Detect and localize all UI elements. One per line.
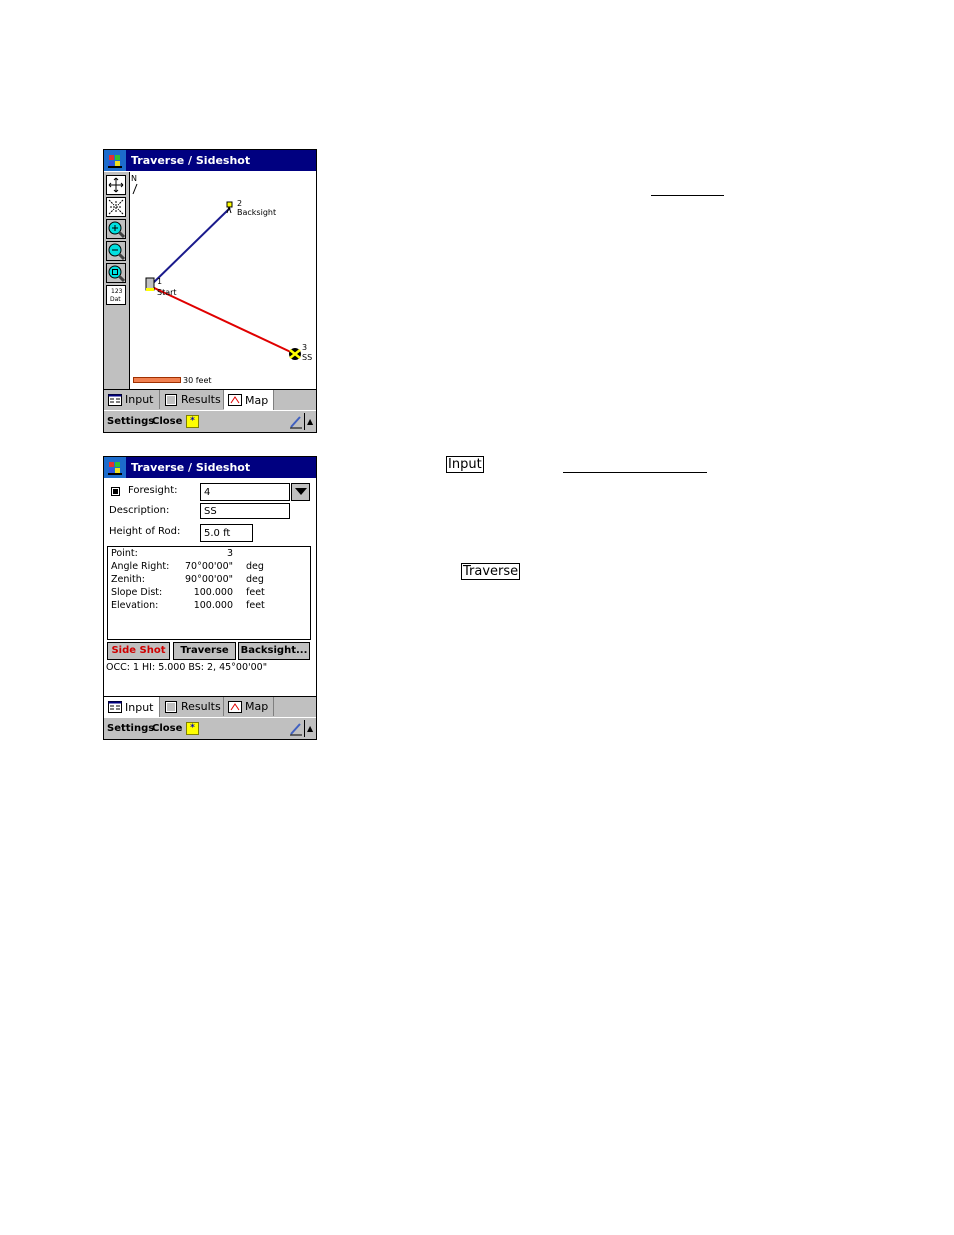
zoom-out-button[interactable] — [106, 241, 126, 261]
separator — [304, 720, 305, 737]
input-screen: Traverse / Sideshot Foresight: 4 Descrip… — [103, 456, 317, 740]
window-title: Traverse / Sideshot — [131, 154, 251, 167]
title-bar: Traverse / Sideshot — [104, 457, 316, 478]
input-panel-button[interactable]: * — [186, 722, 199, 735]
sip-arrow-icon[interactable]: ▲ — [307, 718, 313, 739]
tab-results[interactable]: Results — [160, 390, 224, 409]
blank-underline — [563, 472, 707, 473]
svg-text:Dat: Dat — [110, 296, 121, 303]
start-menu-button[interactable] — [104, 457, 126, 478]
result-row: Point: 3 — [111, 548, 233, 559]
rod-height-label: Height of Rod: — [109, 526, 181, 537]
pen-icon[interactable] — [289, 721, 303, 736]
result-row: Elevation: 100.000 feet — [111, 600, 265, 611]
document-icon — [165, 700, 177, 713]
scale-label: 30 feet — [183, 376, 212, 385]
zoom-in-button[interactable] — [106, 219, 126, 239]
arrows-in-icon — [108, 199, 124, 215]
foresight-bullet-icon — [111, 487, 120, 496]
chevron-down-icon — [294, 488, 307, 495]
window-title: Traverse / Sideshot — [131, 461, 251, 474]
backsight-button[interactable]: Backsight... — [238, 642, 310, 660]
north-arrow-line — [132, 183, 138, 195]
map-toolbar: 123 Dat — [104, 172, 130, 389]
windows-flag-icon — [108, 153, 122, 168]
zoom-in-icon — [108, 221, 126, 239]
point-3-label: SS — [302, 353, 313, 362]
zoom-all-button[interactable] — [106, 197, 126, 217]
sideshot-target-icon — [289, 348, 301, 360]
result-row: Zenith: 90°00'00" deg — [111, 574, 264, 585]
point-1-id: 1 — [157, 277, 163, 286]
tab-results[interactable]: Results — [160, 697, 224, 716]
map-screen: Traverse / Sideshot 123 Dat N 2 Backsigh… — [103, 149, 317, 433]
map-icon — [228, 700, 242, 713]
settings-menu[interactable]: Settings — [107, 411, 154, 432]
status-line: OCC: 1 HI: 5.000 BS: 2, 45°00'00" — [106, 662, 268, 673]
foresight-label: Foresight: — [128, 485, 178, 496]
point-2-id: 2 — [237, 199, 243, 208]
zoom-window-icon — [108, 265, 126, 283]
map-canvas[interactable]: N 2 Backsight 1 Start 3 SS 30 feet — [130, 172, 316, 389]
tab-input[interactable]: Input — [104, 697, 160, 717]
results-list: Point: 3 Angle Right: 70°00'00" deg Zeni… — [107, 546, 311, 640]
tab-map[interactable]: Map — [224, 390, 274, 410]
side-shot-button[interactable]: Side Shot — [107, 642, 170, 660]
foresight-dropdown-button[interactable] — [291, 483, 310, 501]
instrument-icon — [145, 277, 155, 291]
close-menu[interactable]: Close — [152, 718, 182, 739]
close-menu[interactable]: Close — [152, 411, 182, 432]
form-icon — [108, 393, 122, 406]
input-tab-reference: Input — [446, 456, 484, 473]
zoom-window-button[interactable] — [106, 263, 126, 283]
map-icon — [228, 394, 242, 406]
result-row: Angle Right: 70°00'00" deg — [111, 561, 264, 572]
windows-flag-icon — [108, 460, 122, 475]
tab-input[interactable]: Input — [104, 390, 160, 409]
traverse-button[interactable]: Traverse — [173, 642, 236, 660]
labels-icon: 123Dat — [110, 288, 123, 303]
separator — [304, 413, 305, 430]
point-2-label: Backsight — [237, 208, 277, 217]
point-3-id: 3 — [302, 343, 308, 352]
description-field[interactable]: SS — [200, 503, 290, 519]
tab-bar: Input Results Map — [104, 389, 316, 410]
foresight-field[interactable]: 4 — [200, 483, 290, 501]
document-icon — [165, 393, 177, 406]
point-labels-button[interactable]: 123 Dat — [106, 285, 126, 305]
form-icon — [108, 701, 122, 713]
command-bar: Settings Close * ▲ — [104, 717, 316, 739]
tab-bar: Input Results Map — [104, 696, 316, 717]
traverse-button-reference: Traverse — [461, 563, 521, 580]
arrows-out-icon — [108, 177, 124, 193]
backsight-line — [149, 207, 231, 287]
input-panel-button[interactable]: * — [186, 415, 199, 428]
description-label: Description: — [109, 505, 170, 516]
zoom-extents-button[interactable] — [106, 175, 126, 195]
point-1-label: Start — [157, 288, 177, 297]
pen-icon[interactable] — [289, 414, 303, 429]
settings-menu[interactable]: Settings — [107, 718, 154, 739]
command-bar: Settings Close * ▲ — [104, 410, 316, 432]
blank-underline — [651, 195, 724, 196]
scale-bar — [133, 377, 181, 383]
result-row: Slope Dist: 100.000 feet — [111, 587, 265, 598]
start-menu-button[interactable] — [104, 150, 126, 171]
rod-height-field[interactable]: 5.0 ft — [200, 524, 253, 542]
sip-arrow-icon[interactable]: ▲ — [307, 411, 313, 432]
tab-map[interactable]: Map — [224, 697, 274, 716]
title-bar: Traverse / Sideshot — [104, 150, 316, 171]
zoom-out-icon — [108, 243, 126, 261]
point-2-marker-icon — [226, 201, 233, 214]
svg-text:123: 123 — [111, 288, 123, 295]
